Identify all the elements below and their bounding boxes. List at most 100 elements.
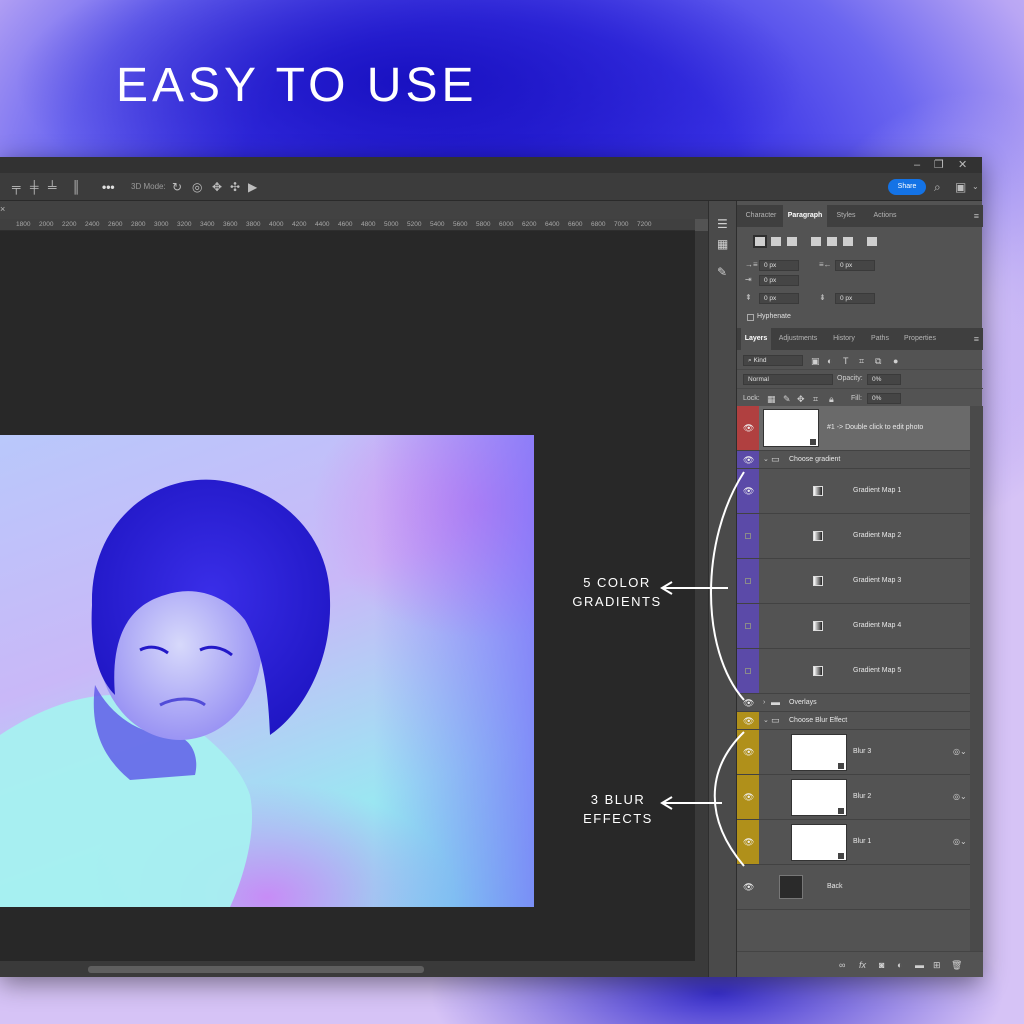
opacity-input[interactable]: 0% bbox=[867, 374, 901, 385]
visibility-toggle[interactable] bbox=[737, 514, 759, 558]
align-right-button[interactable] bbox=[787, 237, 797, 246]
minimize-icon[interactable]: – bbox=[914, 158, 920, 172]
hyphenate-checkbox[interactable] bbox=[747, 314, 754, 321]
layer-row-group-blur[interactable]: 👁︎ ⌄ ▭ Choose Blur Effect bbox=[737, 712, 970, 730]
layer-row-gradient-map-5[interactable]: Gradient Map 5 bbox=[737, 649, 970, 694]
lock-position-icon[interactable]: ✥ bbox=[797, 394, 805, 404]
horizontal-scroll-thumb[interactable] bbox=[88, 966, 424, 973]
space-before-input[interactable]: 0 px bbox=[759, 293, 799, 304]
layer-row-blur-1[interactable]: 👁︎ Blur 1 ◎⌄ bbox=[737, 820, 970, 865]
align-middle-icon[interactable]: ╪ bbox=[30, 180, 39, 194]
visibility-toggle[interactable]: 👁︎ bbox=[737, 820, 759, 864]
smart-object-filter-icon[interactable]: ⧉ bbox=[875, 356, 881, 366]
3d-camera-icon[interactable]: ▶ bbox=[248, 180, 257, 194]
type-filter-icon[interactable]: T bbox=[843, 356, 849, 366]
justify-all-button[interactable] bbox=[867, 237, 877, 246]
layer-row-gradient-map-4[interactable]: Gradient Map 4 bbox=[737, 604, 970, 649]
align-top-icon[interactable]: ╤ bbox=[12, 180, 21, 194]
lock-artboard-icon[interactable]: ⌗ bbox=[813, 394, 818, 404]
tab-character[interactable]: Character bbox=[741, 205, 781, 227]
layer-row-group-overlays[interactable]: 👁︎ › ▬ Overlays bbox=[737, 694, 970, 712]
close-tab-icon[interactable]: × bbox=[0, 204, 5, 214]
add-mask-icon[interactable]: ◙ bbox=[879, 960, 884, 970]
shape-filter-icon[interactable]: ⌗ bbox=[859, 356, 864, 366]
visibility-toggle[interactable]: 👁︎ bbox=[737, 712, 759, 729]
align-center-button[interactable] bbox=[771, 237, 781, 246]
justify-last-left-button[interactable] bbox=[811, 237, 821, 246]
brush-icon[interactable]: ✎ bbox=[717, 265, 727, 279]
vertical-scrollbar[interactable] bbox=[695, 231, 708, 961]
kind-filter-select[interactable]: ⌕ Kind bbox=[743, 355, 803, 366]
layer-row-blur-3[interactable]: 👁︎ Blur 3 ◎⌄ bbox=[737, 730, 970, 775]
smart-filter-icon[interactable]: ◎⌄ bbox=[953, 837, 967, 847]
swatches-icon[interactable]: ▦ bbox=[717, 237, 728, 251]
visibility-toggle[interactable]: 👁︎ bbox=[737, 865, 759, 909]
layer-row-gradient-map-1[interactable]: 👁︎ Gradient Map 1 bbox=[737, 469, 970, 514]
layer-row-blur-2[interactable]: 👁︎ Blur 2 ◎⌄ bbox=[737, 775, 970, 820]
visibility-toggle[interactable]: 👁︎ bbox=[737, 406, 759, 450]
layers-scrollbar[interactable] bbox=[970, 406, 983, 951]
adjustment-layer-icon[interactable]: ◐ bbox=[897, 960, 902, 970]
lock-image-icon[interactable]: ✎ bbox=[783, 394, 791, 404]
justify-last-center-button[interactable] bbox=[827, 237, 837, 246]
layer-row-group-gradient[interactable]: 👁︎ ⌄ ▭ Choose gradient bbox=[737, 451, 970, 469]
indent-right-input[interactable]: 0 px bbox=[835, 260, 875, 271]
artwork-photo[interactable] bbox=[0, 435, 534, 907]
3d-roll-icon[interactable]: ◎ bbox=[192, 180, 202, 194]
more-options-icon[interactable]: ••• bbox=[102, 180, 115, 194]
lock-all-icon[interactable]: 🔒︎ bbox=[829, 394, 834, 404]
tab-layers[interactable]: Layers bbox=[741, 328, 771, 350]
blend-mode-select[interactable]: Normal bbox=[743, 374, 833, 385]
visibility-toggle[interactable]: 👁︎ bbox=[737, 694, 759, 711]
layer-row-gradient-map-3[interactable]: Gradient Map 3 bbox=[737, 559, 970, 604]
visibility-toggle[interactable] bbox=[737, 604, 759, 648]
visibility-toggle[interactable] bbox=[737, 559, 759, 603]
search-icon[interactable]: ⌕ bbox=[934, 180, 941, 194]
pixel-filter-icon[interactable]: ▣ bbox=[811, 356, 820, 366]
first-line-indent-input[interactable]: 0 px bbox=[759, 275, 799, 286]
tab-paths[interactable]: Paths bbox=[865, 328, 895, 350]
indent-left-input[interactable]: 0 px bbox=[759, 260, 799, 271]
space-after-input[interactable]: 0 px bbox=[835, 293, 875, 304]
tab-adjustments[interactable]: Adjustments bbox=[773, 328, 823, 350]
panel-menu-icon[interactable]: ≡ bbox=[974, 211, 979, 221]
justify-last-right-button[interactable] bbox=[843, 237, 853, 246]
horizontal-scrollbar[interactable] bbox=[0, 961, 708, 977]
chevron-down-icon[interactable]: ⌄ bbox=[972, 180, 979, 194]
tab-actions[interactable]: Actions bbox=[865, 205, 905, 227]
3d-pan-icon[interactable]: ✥ bbox=[212, 180, 222, 194]
visibility-toggle[interactable]: 👁︎ bbox=[737, 775, 759, 819]
tab-properties[interactable]: Properties bbox=[897, 328, 943, 350]
fill-input[interactable]: 0% bbox=[867, 393, 901, 404]
restore-icon[interactable]: ❐ bbox=[934, 158, 944, 172]
lock-transparent-icon[interactable]: ▦ bbox=[767, 394, 776, 404]
new-group-icon[interactable]: ▬ bbox=[915, 960, 924, 970]
tab-paragraph[interactable]: Paragraph bbox=[783, 205, 827, 227]
fx-icon[interactable]: fx bbox=[859, 960, 866, 970]
workspace-icon[interactable]: ▣ bbox=[955, 180, 966, 194]
adjustment-filter-icon[interactable]: ◐ bbox=[827, 356, 832, 366]
chevron-down-icon[interactable]: ⌄ bbox=[763, 455, 769, 465]
trash-icon[interactable]: 🗑︎ bbox=[951, 960, 962, 970]
sliders-icon[interactable]: ☰ bbox=[717, 217, 728, 231]
tab-styles[interactable]: Styles bbox=[829, 205, 863, 227]
tab-history[interactable]: History bbox=[825, 328, 863, 350]
layer-row-back[interactable]: 👁︎ Back bbox=[737, 865, 970, 910]
align-left-button[interactable] bbox=[753, 235, 767, 248]
layers-menu-icon[interactable]: ≡ bbox=[974, 334, 979, 344]
smart-filter-icon[interactable]: ◎⌄ bbox=[953, 747, 967, 757]
chevron-right-icon[interactable]: › bbox=[763, 698, 765, 708]
visibility-toggle[interactable]: 👁︎ bbox=[737, 730, 759, 774]
3d-orbit-icon[interactable]: ↻ bbox=[172, 180, 182, 194]
new-layer-icon[interactable]: ⊞ bbox=[933, 960, 941, 970]
distribute-icon[interactable]: ║ bbox=[72, 180, 81, 194]
chevron-down-icon[interactable]: ⌄ bbox=[763, 716, 769, 726]
visibility-toggle[interactable] bbox=[737, 649, 759, 693]
close-icon[interactable]: ✕ bbox=[958, 158, 967, 172]
align-bottom-icon[interactable]: ╧ bbox=[48, 180, 57, 194]
smart-filter-icon[interactable]: ◎⌄ bbox=[953, 792, 967, 802]
layer-row-gradient-map-2[interactable]: Gradient Map 2 bbox=[737, 514, 970, 559]
3d-slide-icon[interactable]: ✣ bbox=[230, 180, 240, 194]
visibility-toggle[interactable]: 👁︎ bbox=[737, 451, 759, 468]
filter-toggle-icon[interactable]: ● bbox=[893, 356, 898, 366]
